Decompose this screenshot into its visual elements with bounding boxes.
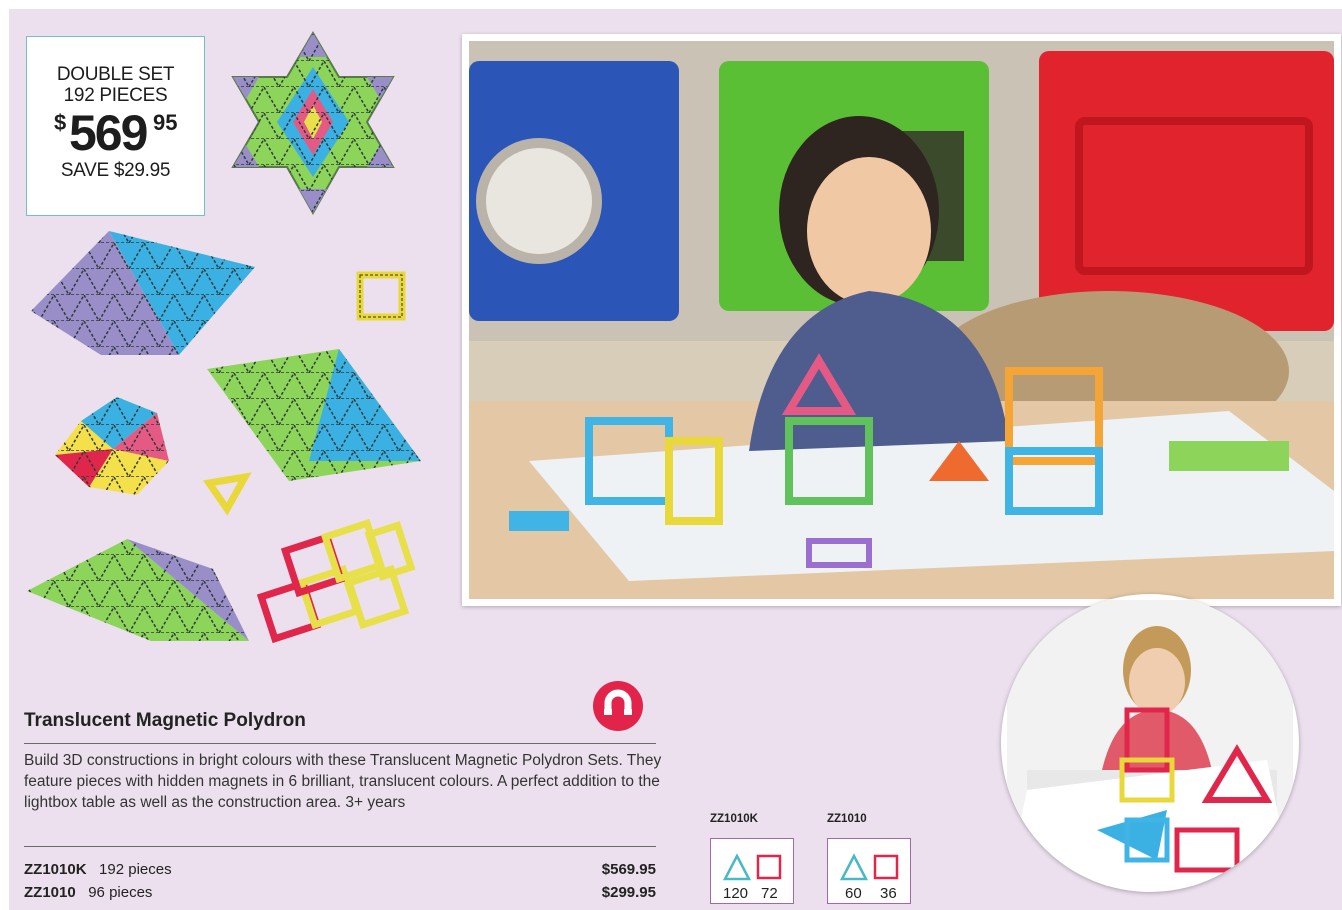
kit-label-zz1010: ZZ1010 [827,813,867,825]
star-shape-image [231,31,395,216]
catalogue-page: DOUBLE SET 192 PIECES $ 569 95 SAVE $29.… [9,9,1342,910]
kit-triangle-count: 120 [723,885,749,902]
item-price: $569.95 [601,861,656,878]
square-icon [756,854,782,880]
polydron-shapes-illustration [27,31,421,644]
product-title: Translucent Magnetic Polydron [24,710,306,731]
triangle-shape-image [202,472,252,516]
item-price: $299.95 [601,884,656,901]
price-row-zz1010k: ZZ1010K 192 pieces $569.95 [24,861,656,878]
square-shape-image [356,271,406,321]
green-rhombus-shape-image [207,349,421,481]
square-icon [873,854,899,880]
price-row-zz1010: ZZ1010 96 pieces $299.95 [24,884,656,901]
title-divider [24,743,656,744]
kit-contents-zz1010: 60 36 [827,838,911,904]
product-photo-main [462,34,1341,606]
item-description: 192 pieces [99,861,172,878]
item-code: ZZ1010 [24,884,76,901]
parallelogram-shape-image [27,539,249,641]
rhombus-shape-image [31,231,255,355]
item-separator [91,861,95,878]
triangle-icon [839,853,869,881]
kit-square-count: 36 [880,885,897,902]
item-code: ZZ1010K [24,861,87,878]
kit-label-zz1010k: ZZ1010K [710,813,758,825]
product-photo-circle [1001,594,1299,892]
squares-shape-image [256,518,416,644]
child-lightbox-photo [1007,600,1293,886]
description-divider [24,846,656,847]
kit-square-count: 72 [761,885,778,902]
product-description: Build 3D constructions in bright colours… [24,752,662,811]
kit-triangle-count: 60 [845,885,862,902]
item-description: 96 pieces [88,884,153,901]
hexagon-shape-image [55,397,169,495]
item-separator [80,884,84,901]
triangle-icon [722,853,752,881]
child-playing-photo [469,41,1334,599]
kit-contents-zz1010k: 120 72 [710,838,794,904]
magnet-icon [593,681,643,731]
